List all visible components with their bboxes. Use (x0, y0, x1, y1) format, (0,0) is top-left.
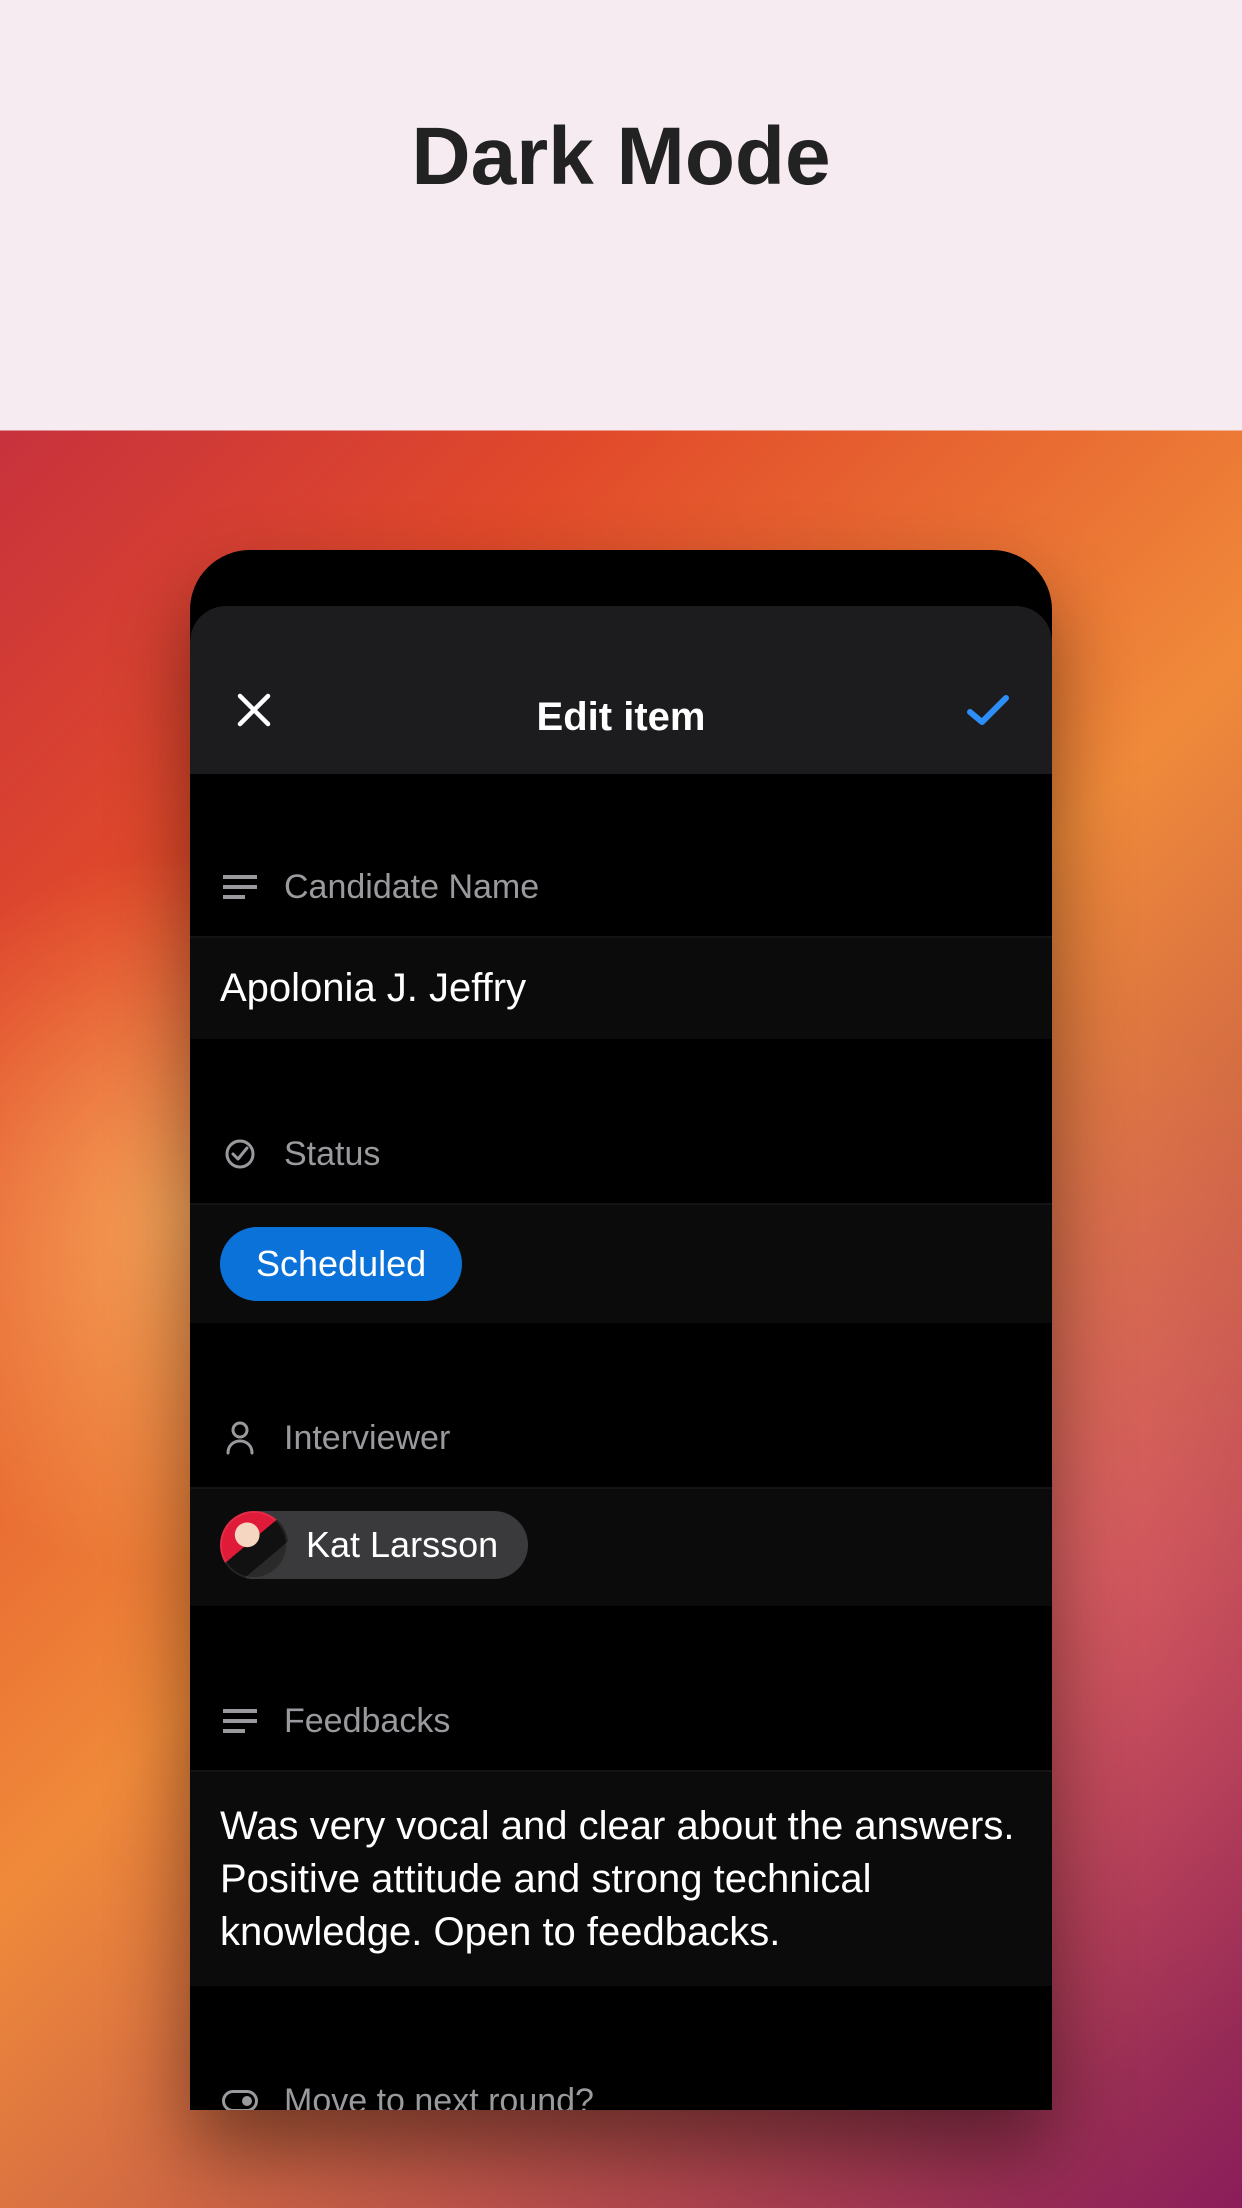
close-button[interactable] (224, 680, 284, 740)
interviewer-label: Interviewer (284, 1419, 450, 1458)
status-label-row: Status (190, 1105, 1052, 1205)
feedbacks-label: Feedbacks (284, 1702, 450, 1741)
close-icon (234, 690, 274, 730)
confirm-button[interactable] (958, 680, 1018, 740)
candidate-name-label-row: Candidate Name (190, 838, 1052, 938)
feedbacks-label-row: Feedbacks (190, 1672, 1052, 1772)
text-lines-icon (220, 1708, 260, 1734)
next-round-label-row: Move to next round? (190, 2052, 1052, 2110)
text-lines-icon (220, 874, 260, 900)
candidate-name-label: Candidate Name (284, 868, 539, 907)
next-round-label: Move to next round? (284, 2082, 594, 2110)
feedbacks-field[interactable]: Was very vocal and clear about the answe… (190, 1772, 1052, 1988)
avatar (220, 1511, 288, 1579)
status-value: Scheduled (256, 1243, 426, 1285)
marketing-headline: Dark Mode (0, 110, 1242, 204)
status-label: Status (284, 1135, 380, 1174)
interviewer-field[interactable]: Kat Larsson (190, 1489, 1052, 1608)
toggle-icon (220, 2090, 260, 2110)
person-icon (220, 1421, 260, 1455)
form-content: Candidate Name Apolonia J. Jeffry Status… (190, 774, 1052, 2110)
sheet-navbar: Edit item (190, 606, 1052, 774)
feedbacks-value: Was very vocal and clear about the answe… (220, 1800, 1022, 1958)
interviewer-name: Kat Larsson (306, 1524, 498, 1566)
interviewer-label-row: Interviewer (190, 1389, 1052, 1489)
status-chip: Scheduled (220, 1227, 462, 1301)
checkmark-icon (964, 690, 1012, 730)
edit-item-sheet: Edit item Candidate Name Apolonia J. Jef… (190, 606, 1052, 2110)
candidate-name-value: Apolonia J. Jeffry (220, 966, 526, 1010)
interviewer-chip: Kat Larsson (220, 1511, 528, 1579)
status-field[interactable]: Scheduled (190, 1205, 1052, 1325)
device-frame: Edit item Candidate Name Apolonia J. Jef… (190, 550, 1052, 2110)
sheet-title: Edit item (284, 695, 958, 740)
candidate-name-field[interactable]: Apolonia J. Jeffry (190, 938, 1052, 1041)
check-circle-icon (220, 1138, 260, 1170)
